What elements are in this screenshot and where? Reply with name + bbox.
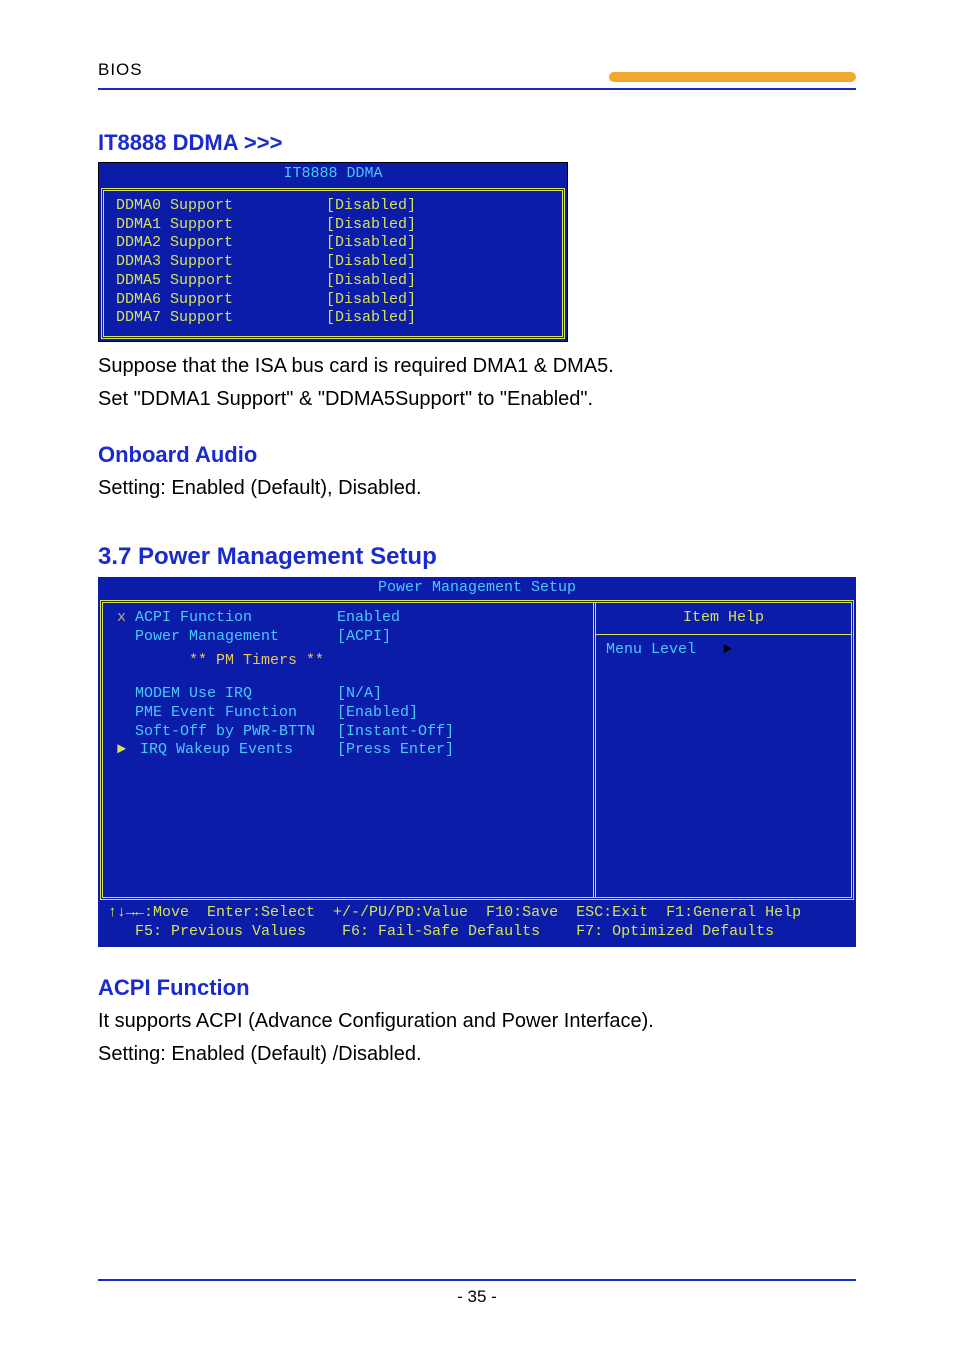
- header-bar-accent: [609, 72, 856, 82]
- pm-row-value: [Press Enter]: [337, 741, 577, 760]
- ddma-row-label: DDMA5 Support: [116, 272, 326, 291]
- pm-row-value: Enabled: [337, 609, 577, 628]
- onboard-audio-body: Setting: Enabled (Default), Disabled.: [98, 474, 856, 503]
- ddma-row-label: DDMA2 Support: [116, 234, 326, 253]
- bios-screenshot-power-mgmt: Power Management Setup x ACPI Function E…: [98, 577, 856, 947]
- bios-screenshot-ddma: IT8888 DDMA DDMA0 Support[Disabled] DDMA…: [98, 162, 568, 342]
- heading-onboard-audio: Onboard Audio: [98, 442, 856, 468]
- pm-help-title: Item Help: [606, 609, 841, 628]
- ddma-row-value: [Disabled]: [326, 253, 550, 272]
- header-rule: [98, 88, 856, 90]
- ddma-row-label: DDMA3 Support: [116, 253, 326, 272]
- ddma-row-label: DDMA6 Support: [116, 291, 326, 310]
- acpi-body-1: It supports ACPI (Advance Configuration …: [98, 1007, 856, 1036]
- pm-row-value: [Instant-Off]: [337, 723, 577, 742]
- pm-help-rule: [596, 634, 851, 635]
- ddma-row-value: [Disabled]: [326, 272, 550, 291]
- header-bar: [151, 68, 856, 82]
- bios-pm-frame: x ACPI Function Enabled Power Management…: [100, 600, 854, 900]
- ddma-row-value: [Disabled]: [326, 291, 550, 310]
- pm-row-label: Power Management: [117, 628, 337, 647]
- pm-footer-line1: ↑↓→←:Move Enter:Select +/-/PU/PD:Value F…: [108, 904, 801, 921]
- pm-timers-label: ** PM Timers **: [117, 652, 577, 671]
- ddma-row-value: [Disabled]: [326, 234, 550, 253]
- ddma-body-text-1: Suppose that the ISA bus card is require…: [98, 352, 856, 381]
- bios-pm-left-panel: x ACPI Function Enabled Power Management…: [103, 603, 593, 897]
- page-header: BIOS: [98, 60, 856, 82]
- footer-rule: [98, 1279, 856, 1281]
- ddma-row-value: [Disabled]: [326, 197, 550, 216]
- heading-acpi-function: ACPI Function: [98, 975, 856, 1001]
- page-number: - 35 -: [0, 1287, 954, 1307]
- bios-pm-help-panel: Item Help Menu Level ►: [593, 603, 851, 897]
- pm-row-label: PME Event Function: [117, 704, 337, 723]
- pm-prefix: x: [117, 609, 126, 626]
- header-section-label: BIOS: [98, 60, 143, 82]
- ddma-row-value: [Disabled]: [326, 216, 550, 235]
- pm-row-label: MODEM Use IRQ: [117, 685, 337, 704]
- pm-row-label: Soft-Off by PWR-BTTN: [117, 723, 337, 742]
- ddma-row-label: DDMA7 Support: [116, 309, 326, 328]
- pm-row-label: x ACPI Function: [117, 609, 337, 628]
- ddma-row-label: DDMA1 Support: [116, 216, 326, 235]
- pm-footer-line2: F5: Previous Values F6: Fail-Safe Defaul…: [108, 923, 774, 940]
- ddma-row-value: [Disabled]: [326, 309, 550, 328]
- bios-pm-title: Power Management Setup: [98, 577, 856, 600]
- submenu-arrow-icon: ►: [117, 741, 131, 760]
- pm-row-value: [N/A]: [337, 685, 577, 704]
- pm-row-label: ► IRQ Wakeup Events: [117, 741, 337, 760]
- heading-power-mgmt: 3.7 Power Management Setup: [98, 543, 856, 571]
- page: BIOS IT8888 DDMA >>> IT8888 DDMA DDMA0 S…: [0, 0, 954, 1351]
- bios-pm-footer: ↑↓→←:Move Enter:Select +/-/PU/PD:Value F…: [98, 900, 856, 948]
- bios-ddma-body: DDMA0 Support[Disabled] DDMA1 Support[Di…: [101, 188, 565, 339]
- pm-row-value: [ACPI]: [337, 628, 577, 647]
- heading-ddma: IT8888 DDMA >>>: [98, 130, 856, 156]
- ddma-body-text-2: Set "DDMA1 Support" & "DDMA5Support" to …: [98, 385, 856, 414]
- acpi-body-2: Setting: Enabled (Default) /Disabled.: [98, 1040, 856, 1069]
- menu-level-arrow-icon: ►: [723, 641, 731, 660]
- pm-row-value: [Enabled]: [337, 704, 577, 723]
- ddma-row-label: DDMA0 Support: [116, 197, 326, 216]
- pm-menu-level: Menu Level ►: [606, 641, 841, 660]
- bios-ddma-title: IT8888 DDMA: [99, 163, 567, 186]
